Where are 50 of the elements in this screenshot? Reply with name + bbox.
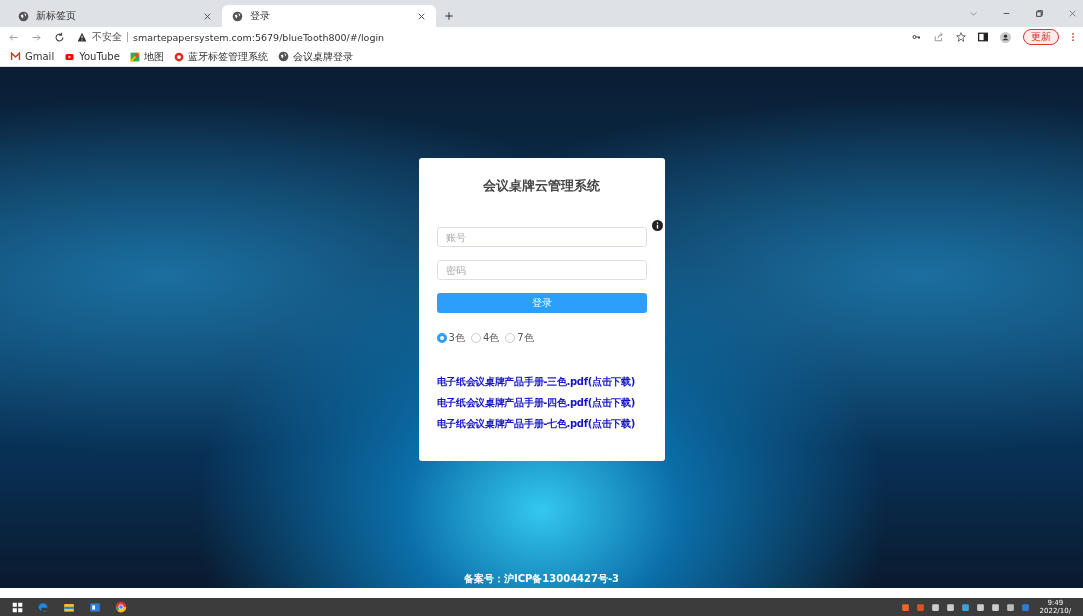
radio-button[interactable] (470, 333, 481, 343)
radio-label[interactable]: 7色 (517, 331, 534, 345)
mail-icon[interactable] (10, 52, 21, 61)
more-icon[interactable] (1071, 32, 1075, 42)
profile-icon[interactable] (1000, 31, 1011, 43)
browser-icon[interactable] (115, 601, 127, 613)
password-field[interactable]: 密码 (436, 260, 647, 280)
back-icon[interactable] (8, 31, 19, 43)
edge-icon[interactable] (37, 601, 49, 613)
bookmark-link[interactable]: YouTube (79, 51, 120, 62)
warning-icon[interactable] (77, 32, 87, 42)
share-icon[interactable] (934, 32, 944, 42)
close-icon[interactable] (203, 11, 212, 21)
download-link[interactable]: 电子纸会议桌牌产品手册-四色.pdf(点击下载) (436, 396, 636, 410)
star-icon[interactable] (956, 32, 966, 42)
radio-label[interactable]: 3色 (448, 331, 465, 345)
update-button[interactable]: 更新 (1023, 29, 1059, 45)
radio-label[interactable]: 4色 (482, 331, 500, 345)
globe-icon[interactable] (18, 10, 29, 22)
bookmark-link[interactable]: Gmail (25, 51, 55, 62)
windows-icon[interactable] (12, 601, 23, 613)
folder-icon[interactable] (63, 601, 75, 613)
bookmark-link[interactable]: 蓝牙标签管理系统 (187, 49, 268, 64)
forward-icon[interactable] (31, 31, 42, 43)
bookmark-link[interactable]: 地图 (143, 49, 164, 64)
account-field[interactable]: 账号 (436, 227, 647, 247)
app-icon[interactable] (89, 601, 101, 613)
play-icon[interactable] (64, 52, 76, 61)
url-text[interactable]: smartepapersystem.com:5679/blueTooth800/#/login (133, 31, 385, 43)
browser-tab[interactable]: 登录 (222, 5, 436, 27)
map-icon[interactable] (129, 51, 140, 62)
radio-button[interactable] (505, 333, 516, 343)
download-link[interactable]: 电子纸会议桌牌产品手册-七色.pdf(点击下载) (436, 417, 636, 431)
key-icon[interactable] (911, 33, 922, 41)
side-panel-icon[interactable] (978, 32, 988, 42)
plus-icon[interactable] (444, 11, 454, 21)
footer-text: 备案号：沪ICP备13004427号-3 (463, 572, 620, 586)
restore-icon[interactable] (1035, 8, 1044, 18)
download-link[interactable]: 电子纸会议桌牌产品手册-三色.pdf(点击下载) (436, 375, 636, 389)
close-icon[interactable] (417, 11, 426, 21)
radio-button[interactable] (436, 333, 447, 343)
browser-tab[interactable]: 新标签页 (8, 5, 222, 27)
security-label: 不安全 (92, 30, 122, 44)
login-title: 会议桌牌云管理系统 (482, 178, 601, 195)
globe-icon[interactable] (277, 51, 289, 62)
bookmark-link[interactable]: 会议桌牌登录 (292, 49, 353, 64)
info-icon[interactable] (651, 220, 663, 231)
reload-icon[interactable] (54, 31, 65, 43)
ring-icon[interactable] (173, 51, 184, 62)
globe-icon[interactable] (232, 10, 243, 22)
